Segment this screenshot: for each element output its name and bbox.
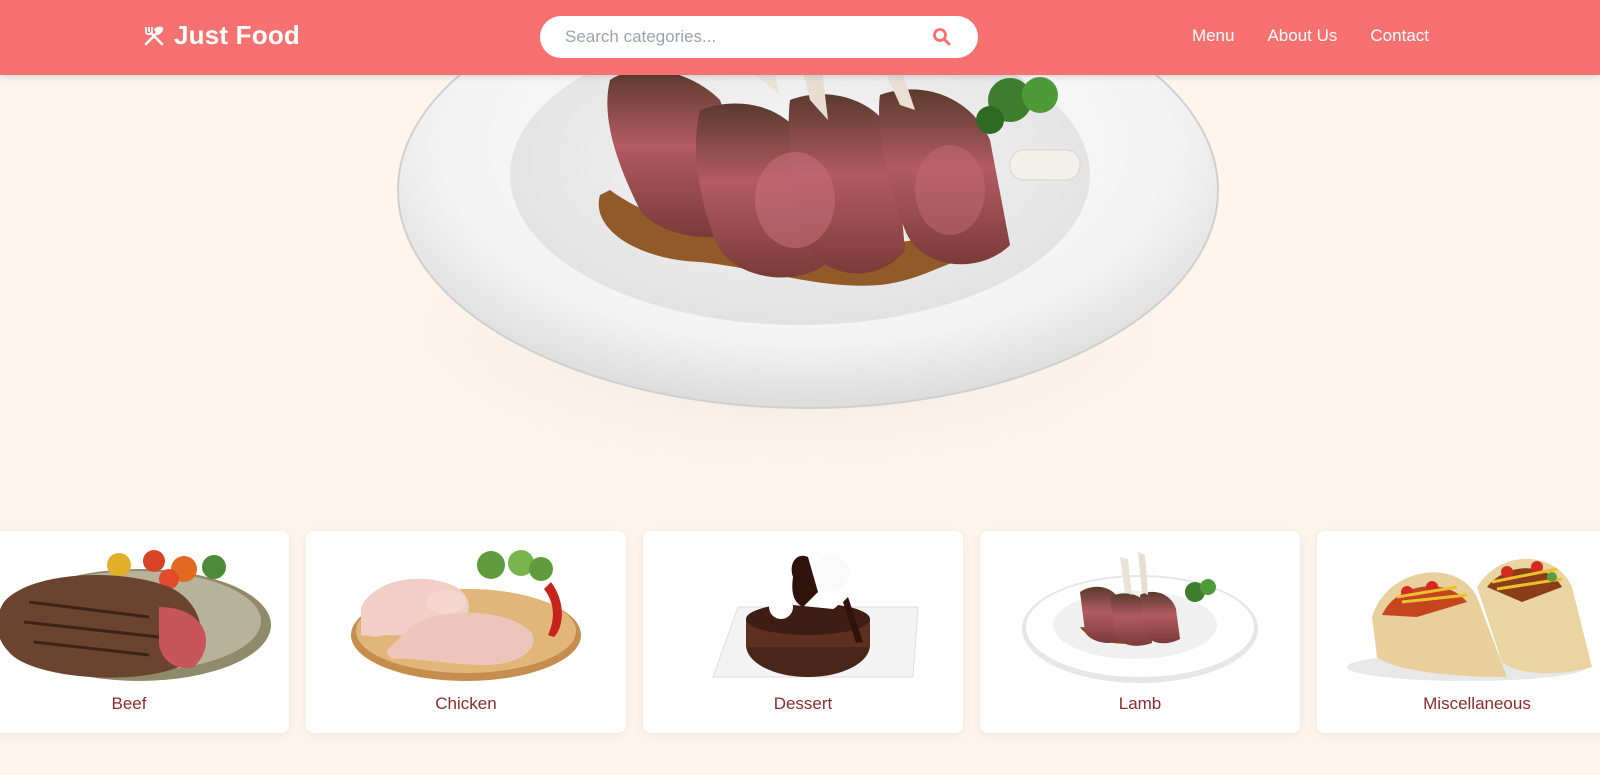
category-label: Chicken <box>435 694 497 713</box>
beef-image <box>0 547 289 683</box>
category-label: Lamb <box>1118 694 1162 713</box>
category-card-chicken[interactable]: Chicken <box>306 531 626 733</box>
top-navbar: Just Food Menu About Us Contact <box>0 0 1600 75</box>
category-card-miscellaneous[interactable]: Miscellaneous <box>1317 531 1600 733</box>
dessert-image <box>643 547 963 683</box>
search-icon[interactable] <box>932 27 952 47</box>
category-card-beef[interactable]: Beef <box>0 531 289 733</box>
category-card-lamb[interactable]: Lamb <box>980 531 1300 733</box>
nav-link-contact[interactable]: Contact <box>1370 26 1429 46</box>
chicken-image <box>306 547 626 683</box>
category-carousel: Beef Chicken Dessert Lamb Miscellaneous <box>0 531 1600 733</box>
category-label: Dessert <box>773 694 833 713</box>
hero-image <box>0 0 1600 500</box>
category-label: Miscellaneous <box>1423 694 1531 713</box>
miscellaneous-image <box>1317 547 1600 683</box>
brand-logo-link[interactable]: Just Food <box>143 20 300 51</box>
search-input[interactable] <box>565 27 925 47</box>
search-bar <box>540 16 978 58</box>
utensils-icon <box>143 25 165 47</box>
brand-name: Just Food <box>174 20 301 50</box>
lamb-image <box>980 547 1300 683</box>
category-card-dessert[interactable]: Dessert <box>643 531 963 733</box>
category-label: Beef <box>111 694 147 713</box>
nav-link-about-us[interactable]: About Us <box>1267 26 1337 46</box>
nav-link-menu[interactable]: Menu <box>1192 26 1235 46</box>
main-nav: Menu About Us Contact <box>1192 26 1429 46</box>
